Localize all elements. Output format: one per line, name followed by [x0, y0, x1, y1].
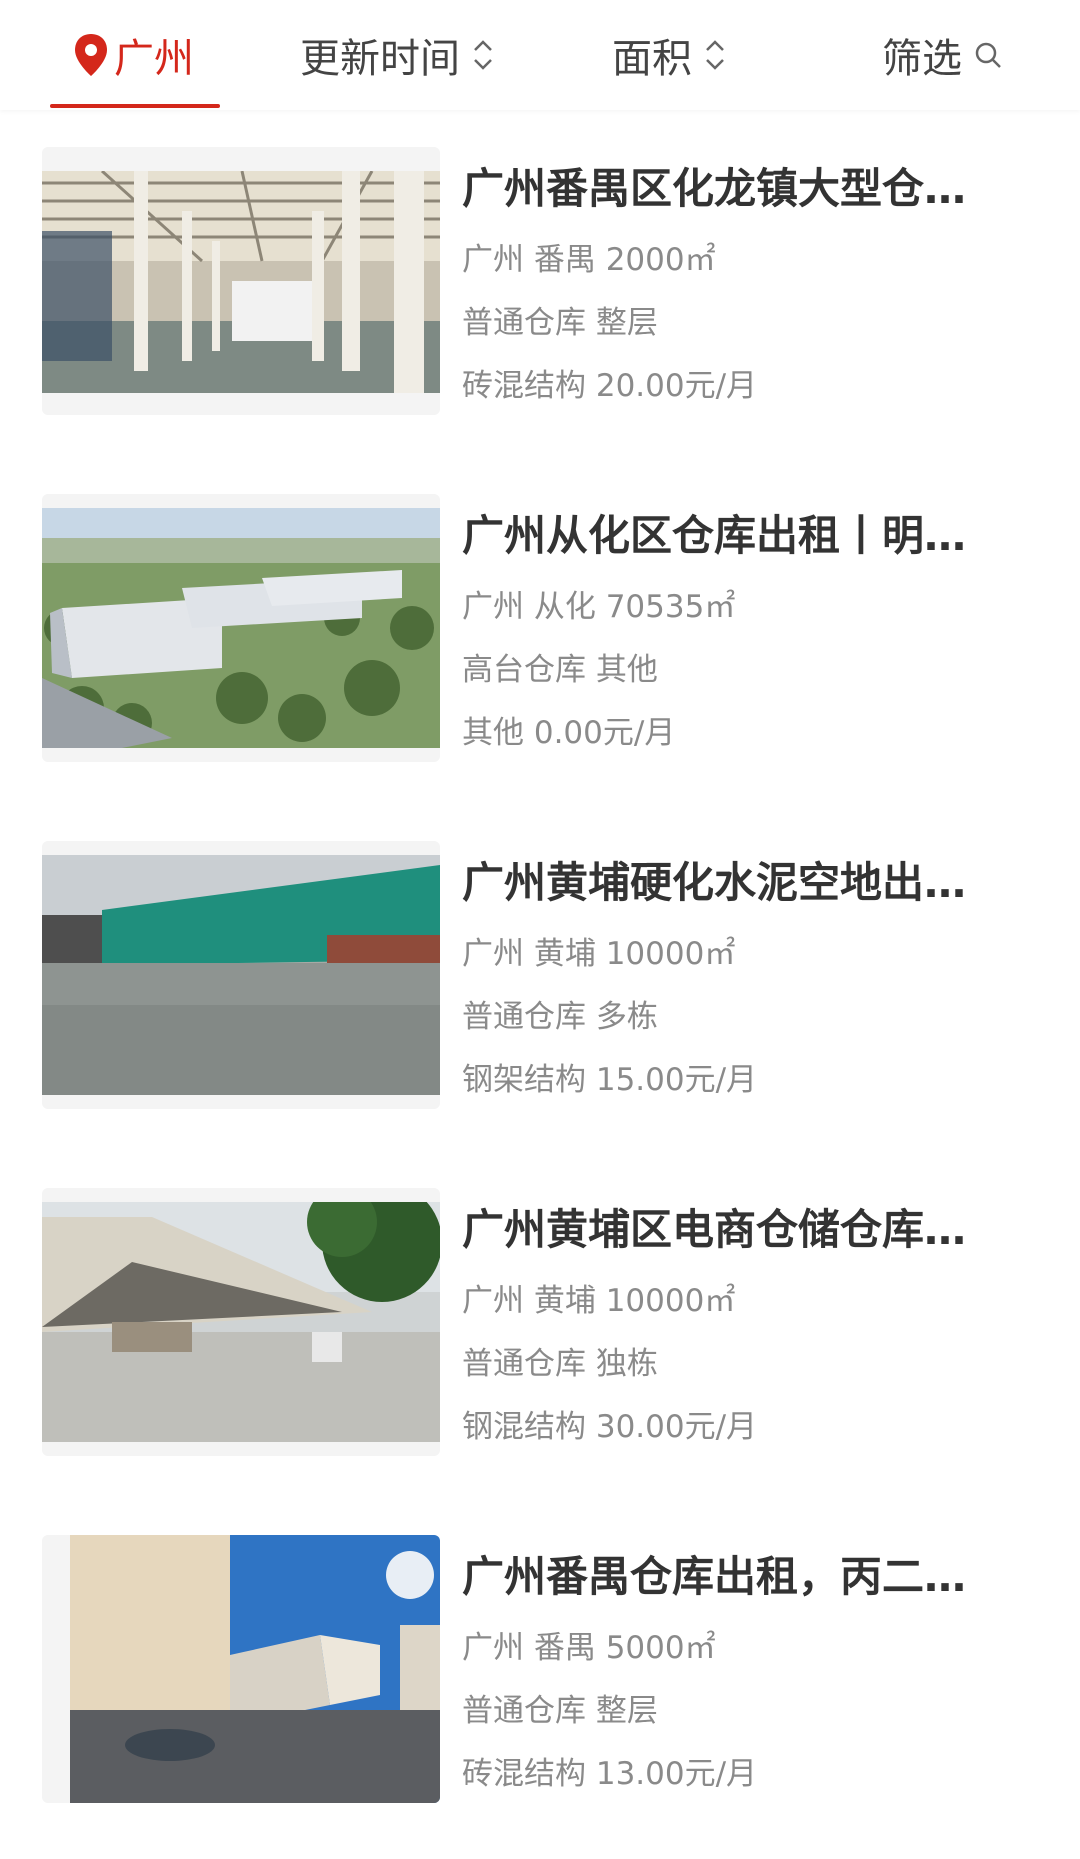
active-tab-indicator [50, 104, 220, 108]
sort-arrows-icon [474, 40, 492, 70]
listing-title: 广州从化区仓库出租丨明… [462, 511, 967, 560]
listing-location: 广州 黄埔 10000㎡ [462, 936, 736, 972]
listing-info: 广州黄埔区电商仓储仓库… 广州 黄埔 10000㎡ 普通仓库 独栋 钢混结构 3… [462, 1202, 1022, 1447]
listing-info: 广州黄埔硬化水泥空地出… 广州 黄埔 10000㎡ 普通仓库 多栋 钢架结构 1… [462, 855, 1022, 1100]
listing-location: 广州 番禺 2000㎡ [462, 242, 716, 278]
sort-arrows-icon [706, 40, 724, 70]
listing-price: 钢架结构 15.00元/月 [462, 1062, 758, 1098]
listing-card[interactable]: 广州黄埔硬化水泥空地出… 广州 黄埔 10000㎡ 普通仓库 多栋 钢架结构 1… [0, 841, 1080, 1141]
listing-price: 其他 0.00元/月 [462, 715, 676, 751]
listing-type: 普通仓库 整层 [462, 1693, 658, 1729]
sort-area[interactable]: 面积 [612, 22, 726, 88]
listing-price: 砖混结构 13.00元/月 [462, 1756, 758, 1792]
concrete-yard-image [42, 855, 440, 1095]
logistics-center-image [42, 1202, 440, 1442]
warehouse-interior-image [42, 171, 440, 393]
listing-title: 广州黄埔区电商仓储仓库… [462, 1205, 967, 1254]
listing-price: 钢混结构 30.00元/月 [462, 1409, 758, 1445]
update-time-label: 更新时间 [300, 36, 460, 82]
listing-thumbnail [42, 841, 440, 1109]
listing-card[interactable]: 广州黄埔区电商仓储仓库… 广州 黄埔 10000㎡ 普通仓库 独栋 钢混结构 3… [0, 1188, 1080, 1488]
listing-type: 普通仓库 独栋 [462, 1346, 658, 1382]
listing-title: 广州番禺仓库出租，丙二… [462, 1552, 967, 1601]
listing-thumbnail [42, 494, 440, 762]
listing-card[interactable]: 广州番禺区化龙镇大型仓… 广州 番禺 2000㎡ 普通仓库 整层 砖混结构 20… [0, 147, 1080, 447]
listing-thumbnail [42, 1188, 440, 1456]
city-selector[interactable]: 广州 [72, 22, 194, 88]
filter-button[interactable]: 筛选 [882, 22, 1002, 88]
listing-thumbnail [42, 1535, 440, 1803]
listing-info: 广州从化区仓库出租丨明… 广州 从化 70535㎡ 高台仓库 其他 其他 0.0… [462, 508, 1022, 753]
location-pin-icon [75, 34, 107, 76]
search-icon [975, 42, 1001, 68]
listing-type: 普通仓库 整层 [462, 305, 658, 341]
listing-type: 普通仓库 多栋 [462, 999, 658, 1035]
warehouse-aerial-image [42, 508, 440, 748]
listing-info: 广州番禺区化龙镇大型仓… 广州 番禺 2000㎡ 普通仓库 整层 砖混结构 20… [462, 161, 1022, 406]
listing-info: 广州番禺仓库出租，丙二… 广州 番禺 5000㎡ 普通仓库 整层 砖混结构 13… [462, 1549, 1022, 1794]
filter-bar: 广州 更新时间 面积 筛选 [0, 0, 1080, 110]
multi-story-warehouse-image [70, 1535, 440, 1803]
listing-price: 砖混结构 20.00元/月 [462, 368, 758, 404]
listing-location: 广州 番禺 5000㎡ [462, 1630, 716, 1666]
area-label: 面积 [612, 36, 692, 82]
city-label: 广州 [114, 36, 194, 82]
listing-thumbnail [42, 147, 440, 415]
sort-update-time[interactable]: 更新时间 [300, 22, 494, 88]
listing-card[interactable]: 广州从化区仓库出租丨明… 广州 从化 70535㎡ 高台仓库 其他 其他 0.0… [0, 494, 1080, 794]
listing-location: 广州 从化 70535㎡ [462, 589, 736, 625]
listing-title: 广州番禺区化龙镇大型仓… [462, 164, 967, 213]
filter-label: 筛选 [882, 36, 962, 82]
listing-type: 高台仓库 其他 [462, 652, 658, 688]
listing-title: 广州黄埔硬化水泥空地出… [462, 858, 967, 907]
listing-card[interactable]: 广州番禺仓库出租，丙二… 广州 番禺 5000㎡ 普通仓库 整层 砖混结构 13… [0, 1535, 1080, 1835]
listing-location: 广州 黄埔 10000㎡ [462, 1283, 736, 1319]
